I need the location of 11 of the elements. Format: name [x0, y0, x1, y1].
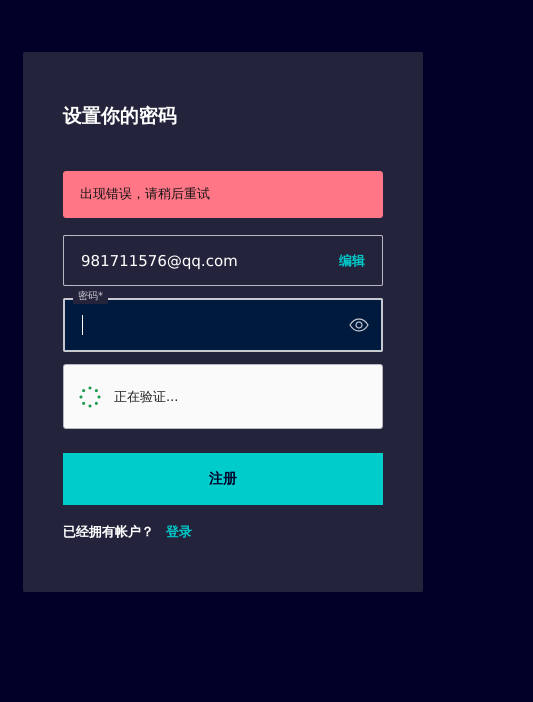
- account-prompt: 已经拥有帐户？: [63, 524, 154, 541]
- eye-icon[interactable]: [349, 318, 369, 332]
- page-title: 设置你的密码: [63, 104, 178, 129]
- register-button[interactable]: 注册: [63, 453, 383, 505]
- captcha-status: 正在验证...: [114, 388, 178, 406]
- edit-link[interactable]: 编辑: [339, 252, 365, 270]
- spinner-icon: [78, 384, 102, 408]
- login-link[interactable]: 登录: [166, 523, 192, 541]
- email-field[interactable]: 981711576@qq.com 编辑: [63, 235, 383, 286]
- error-message: 出现错误，请稍后重试: [63, 171, 383, 218]
- field-label: 密码*: [73, 290, 108, 304]
